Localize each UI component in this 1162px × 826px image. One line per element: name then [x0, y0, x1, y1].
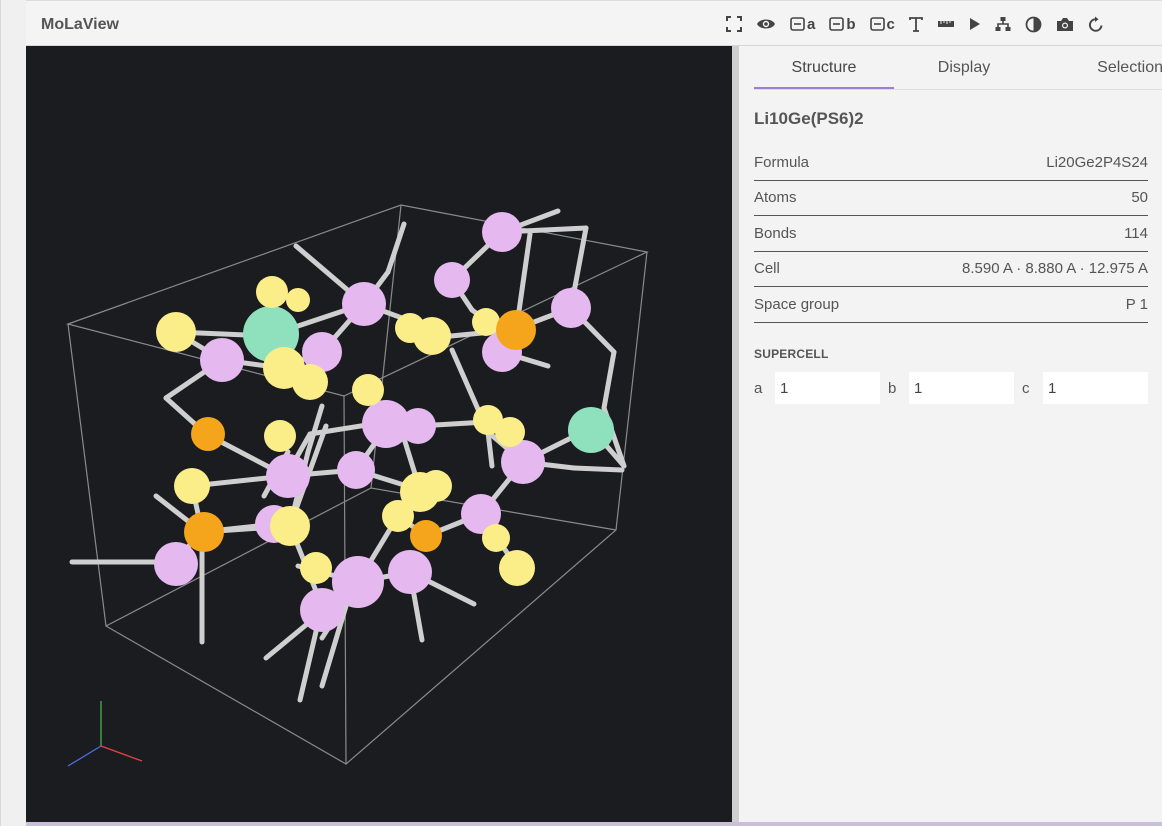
- property-key: Atoms: [754, 189, 797, 207]
- property-value: 8.590 A · 8.880 A · 12.975 A: [962, 260, 1148, 278]
- molecule-viewer-canvas[interactable]: [26, 46, 732, 823]
- header-bar: MoLaView a b c: [26, 0, 1162, 46]
- refresh-icon: [1088, 16, 1103, 32]
- supercell-a-input[interactable]: [775, 372, 880, 404]
- contrast-icon: [1025, 16, 1042, 32]
- visibility-button[interactable]: [756, 11, 776, 37]
- panel-tabs: Structure Display Selection: [754, 46, 1162, 90]
- measure-button[interactable]: [937, 11, 955, 37]
- cell-axis-a-label: a: [807, 15, 816, 33]
- property-key: Bonds: [754, 224, 797, 242]
- panel-resize-handle[interactable]: [732, 46, 739, 823]
- property-key: Formula: [754, 153, 810, 171]
- cell-axis-b-label: b: [846, 15, 856, 33]
- text-label-button[interactable]: [908, 11, 923, 37]
- structure-3d-view[interactable]: [26, 46, 732, 823]
- cell-axis-c-label: c: [886, 15, 895, 33]
- reset-view-button[interactable]: [1088, 11, 1104, 37]
- property-row-formula: Formula Li20Ge2P4S24: [754, 145, 1148, 181]
- property-value: 50: [1131, 189, 1148, 207]
- camera-icon: [1056, 17, 1073, 31]
- supercell-b-input[interactable]: [909, 372, 1014, 404]
- property-value: P 1: [1125, 295, 1148, 313]
- property-row-space-group: Space group P 1: [754, 287, 1148, 323]
- supercell-title: SUPERCELL: [754, 347, 829, 361]
- box-minus-icon: [869, 17, 885, 31]
- property-row-bonds: Bonds 114: [754, 216, 1148, 252]
- axis-gizmo: [67, 701, 143, 767]
- tab-structure[interactable]: Structure: [754, 46, 894, 89]
- property-value: 114: [1124, 224, 1148, 242]
- structure-name: Li10Ge(PS6)2: [754, 109, 864, 128]
- text-icon: [908, 16, 923, 32]
- supercell-b-label: b: [888, 379, 897, 397]
- ruler-icon: [937, 21, 954, 27]
- toolbar: a b c: [726, 11, 1104, 37]
- tab-display[interactable]: Display: [894, 46, 1034, 89]
- supercell-inputs: a b c: [754, 372, 1148, 404]
- cell-axis-c-button[interactable]: c: [869, 11, 895, 37]
- supercell-c-input[interactable]: [1043, 372, 1148, 404]
- hierarchy-button[interactable]: [995, 11, 1011, 37]
- cell-axis-a-button[interactable]: a: [790, 11, 815, 37]
- property-value: Li20Ge2P4S24: [1046, 153, 1148, 171]
- structure-properties: Formula Li20Ge2P4S24 Atoms 50 Bonds 114 …: [754, 145, 1148, 323]
- supercell-c-label: c: [1022, 379, 1030, 397]
- supercell-a-label: a: [754, 379, 763, 397]
- left-gutter: [1, 0, 26, 826]
- box-minus-icon: [790, 17, 805, 31]
- play-animation-button[interactable]: [969, 11, 981, 37]
- tab-selection[interactable]: Selection: [1034, 46, 1162, 89]
- fullscreen-icon: [726, 16, 742, 32]
- bottom-resize-bar[interactable]: [26, 822, 1162, 826]
- play-icon: [969, 18, 980, 30]
- property-key: Space group: [754, 295, 840, 313]
- fullscreen-button[interactable]: [726, 11, 742, 37]
- screenshot-button[interactable]: [1056, 11, 1074, 37]
- property-key: Cell: [754, 260, 780, 278]
- eye-icon: [757, 19, 775, 29]
- property-row-cell: Cell 8.590 A · 8.880 A · 12.975 A: [754, 252, 1148, 287]
- side-panel: Structure Display Selection Li10Ge(PS6)2…: [739, 46, 1162, 823]
- app-title: MoLaView: [41, 16, 119, 33]
- app-window: MoLaView a b c Structure Display Selecti…: [0, 0, 1162, 826]
- property-row-atoms: Atoms 50: [754, 181, 1148, 216]
- theme-toggle-button[interactable]: [1025, 11, 1042, 37]
- hierarchy-icon: [995, 17, 1011, 31]
- box-minus-icon: [829, 17, 845, 31]
- cell-axis-b-button[interactable]: b: [829, 11, 856, 37]
